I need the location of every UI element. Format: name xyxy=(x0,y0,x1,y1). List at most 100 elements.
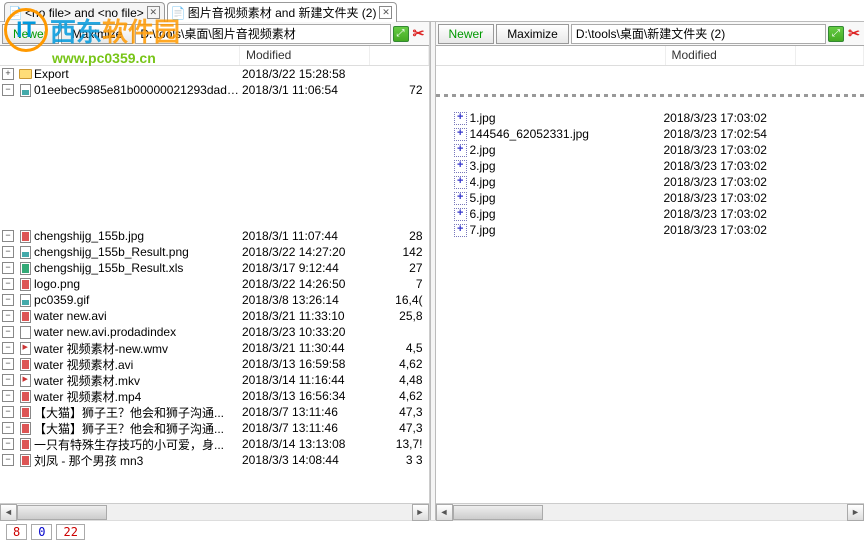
file-modified: 2018/3/23 17:02:54 xyxy=(664,127,794,141)
expander-icon[interactable] xyxy=(2,230,14,242)
expander-icon[interactable] xyxy=(2,68,14,80)
file-name: 1.jpg xyxy=(470,111,664,125)
add-file-icon xyxy=(454,207,468,221)
tab-folders[interactable]: 📄 图片音视频素材 and 新建文件夹 (2) ✕ xyxy=(167,2,398,22)
file-icon xyxy=(18,229,32,243)
scroll-left-icon[interactable]: ◄ xyxy=(0,504,17,521)
left-filelist[interactable]: Export2018/3/22 15:28:5801eebec5985e81b0… xyxy=(0,66,429,503)
file-modified: 2018/3/14 11:16:44 xyxy=(242,373,372,387)
file-name: chengshijg_155b_Result.xls xyxy=(34,261,242,275)
scroll-thumb[interactable] xyxy=(453,505,543,520)
tab-nofile[interactable]: 📄 <no file> and <no file> ✕ xyxy=(4,2,165,22)
file-modified: 2018/3/7 13:11:46 xyxy=(242,421,372,435)
file-modified: 2018/3/3 14:08:44 xyxy=(242,453,372,467)
file-name: water 视频素材.mkv xyxy=(34,372,242,389)
file-name: 【大猫】狮子王？他会和狮子沟通... xyxy=(34,404,242,421)
maximize-button[interactable]: Maximize xyxy=(496,24,569,44)
file-modified: 2018/3/22 15:28:58 xyxy=(242,67,372,81)
expander-icon[interactable] xyxy=(2,326,14,338)
file-row[interactable]: 6.jpg2018/3/23 17:03:02 xyxy=(436,206,864,222)
left-hscrollbar[interactable]: ◄ ► xyxy=(0,503,429,520)
file-row[interactable]: chengshijg_155b.jpg2018/3/1 11:07:4428 xyxy=(0,228,429,244)
file-icon xyxy=(18,421,32,435)
scroll-right-icon[interactable]: ► xyxy=(847,504,864,521)
left-headers: Modified xyxy=(0,46,429,66)
file-row[interactable]: 2.jpg2018/3/23 17:03:02 xyxy=(436,142,864,158)
expander-icon[interactable] xyxy=(2,262,14,274)
separator-line xyxy=(436,94,864,97)
file-row[interactable]: 【大猫】狮子王？他会和狮子沟通...2018/3/7 13:11:4647,3 xyxy=(0,420,429,436)
expander-icon[interactable] xyxy=(2,358,14,370)
file-icon xyxy=(18,67,32,81)
expander-icon[interactable] xyxy=(2,278,14,290)
add-file-icon xyxy=(454,143,468,157)
col-name[interactable] xyxy=(0,46,240,65)
file-row[interactable]: 5.jpg2018/3/23 17:03:02 xyxy=(436,190,864,206)
file-row[interactable]: 01eebec5985e81b00000021293dad40.j...2018… xyxy=(0,82,429,98)
expander-icon[interactable] xyxy=(2,454,14,466)
maximize-button[interactable]: Maximize xyxy=(61,24,134,44)
cut-icon[interactable]: ✂ xyxy=(846,26,862,42)
expander-icon[interactable] xyxy=(2,246,14,258)
file-row[interactable]: 【大猫】狮子王？他会和狮子沟通...2018/3/7 13:11:4647,3 xyxy=(0,404,429,420)
expander-icon[interactable] xyxy=(2,374,14,386)
file-row[interactable]: 一只有特殊生存技巧的小可爱，身...2018/3/14 13:13:0813,7… xyxy=(0,436,429,452)
refresh-icon[interactable] xyxy=(393,26,409,42)
file-row[interactable]: water 视频素材.mkv2018/3/14 11:16:444,48 xyxy=(0,372,429,388)
status-count-b: 0 xyxy=(31,524,52,540)
file-row[interactable]: 4.jpg2018/3/23 17:03:02 xyxy=(436,174,864,190)
file-icon xyxy=(18,341,32,355)
col-size[interactable] xyxy=(796,46,864,65)
file-icon xyxy=(18,325,32,339)
file-row[interactable]: 144546_62052331.jpg2018/3/23 17:02:54 xyxy=(436,126,864,142)
col-name[interactable] xyxy=(436,46,666,65)
file-row[interactable]: 3.jpg2018/3/23 17:03:02 xyxy=(436,158,864,174)
col-modified[interactable]: Modified xyxy=(240,46,370,65)
right-filelist[interactable]: 1.jpg2018/3/23 17:03:02144546_62052331.j… xyxy=(436,66,864,503)
expander-icon[interactable] xyxy=(2,406,14,418)
col-size[interactable] xyxy=(370,46,429,65)
file-name: logo.png xyxy=(34,277,242,291)
file-row[interactable]: pc0359.gif2018/3/8 13:26:1416,4( xyxy=(0,292,429,308)
path-input[interactable]: D:\tools\桌面\新建文件夹 (2) xyxy=(571,24,826,44)
expander-icon[interactable] xyxy=(2,438,14,450)
expander-icon[interactable] xyxy=(2,310,14,322)
file-size: 4,62 xyxy=(372,389,427,403)
file-name: 6.jpg xyxy=(470,207,664,221)
file-row[interactable]: logo.png2018/3/22 14:26:507 xyxy=(0,276,429,292)
file-row[interactable]: chengshijg_155b_Result.xls2018/3/17 9:12… xyxy=(0,260,429,276)
expander-icon[interactable] xyxy=(2,294,14,306)
file-row[interactable]: water new.avi.prodadindex2018/3/23 10:33… xyxy=(0,324,429,340)
file-row[interactable]: 7.jpg2018/3/23 17:03:02 xyxy=(436,222,864,238)
file-row[interactable]: 1.jpg2018/3/23 17:03:02 xyxy=(436,110,864,126)
close-icon[interactable]: ✕ xyxy=(379,6,392,19)
expander-icon[interactable] xyxy=(2,84,14,96)
file-row[interactable]: water 视频素材.avi2018/3/13 16:59:584,62 xyxy=(0,356,429,372)
file-row[interactable]: Export2018/3/22 15:28:58 xyxy=(0,66,429,82)
close-icon[interactable]: ✕ xyxy=(147,6,160,19)
refresh-icon[interactable] xyxy=(828,26,844,42)
col-modified[interactable]: Modified xyxy=(666,46,796,65)
newer-button[interactable]: Newer xyxy=(438,24,495,44)
file-modified: 2018/3/17 9:12:44 xyxy=(242,261,372,275)
file-size: 28 xyxy=(372,229,427,243)
scroll-thumb[interactable] xyxy=(17,505,107,520)
newer-button[interactable]: Newer xyxy=(2,24,59,44)
file-row[interactable]: chengshijg_155b_Result.png2018/3/22 14:2… xyxy=(0,244,429,260)
scroll-right-icon[interactable]: ► xyxy=(412,504,429,521)
expander-icon[interactable] xyxy=(2,422,14,434)
scroll-left-icon[interactable]: ◄ xyxy=(436,504,453,521)
right-hscrollbar[interactable]: ◄ ► xyxy=(436,503,864,520)
file-row[interactable]: water 视频素材.mp42018/3/13 16:56:344,62 xyxy=(0,388,429,404)
file-row[interactable]: water new.avi2018/3/21 11:33:1025,8 xyxy=(0,308,429,324)
cut-icon[interactable]: ✂ xyxy=(411,26,427,42)
path-input[interactable]: D:\tools\桌面\图片音视频素材 xyxy=(135,24,390,44)
expander-icon[interactable] xyxy=(2,390,14,402)
expander-icon[interactable] xyxy=(2,342,14,354)
file-modified: 2018/3/23 17:03:02 xyxy=(664,223,794,237)
file-row[interactable]: water 视频素材-new.wmv2018/3/21 11:30:444,5 xyxy=(0,340,429,356)
file-icon xyxy=(18,261,32,275)
file-size: 25,8 xyxy=(372,309,427,323)
file-row[interactable]: 刘凤 - 那个男孩 mn32018/3/3 14:08:443 3 xyxy=(0,452,429,468)
file-icon xyxy=(18,309,32,323)
